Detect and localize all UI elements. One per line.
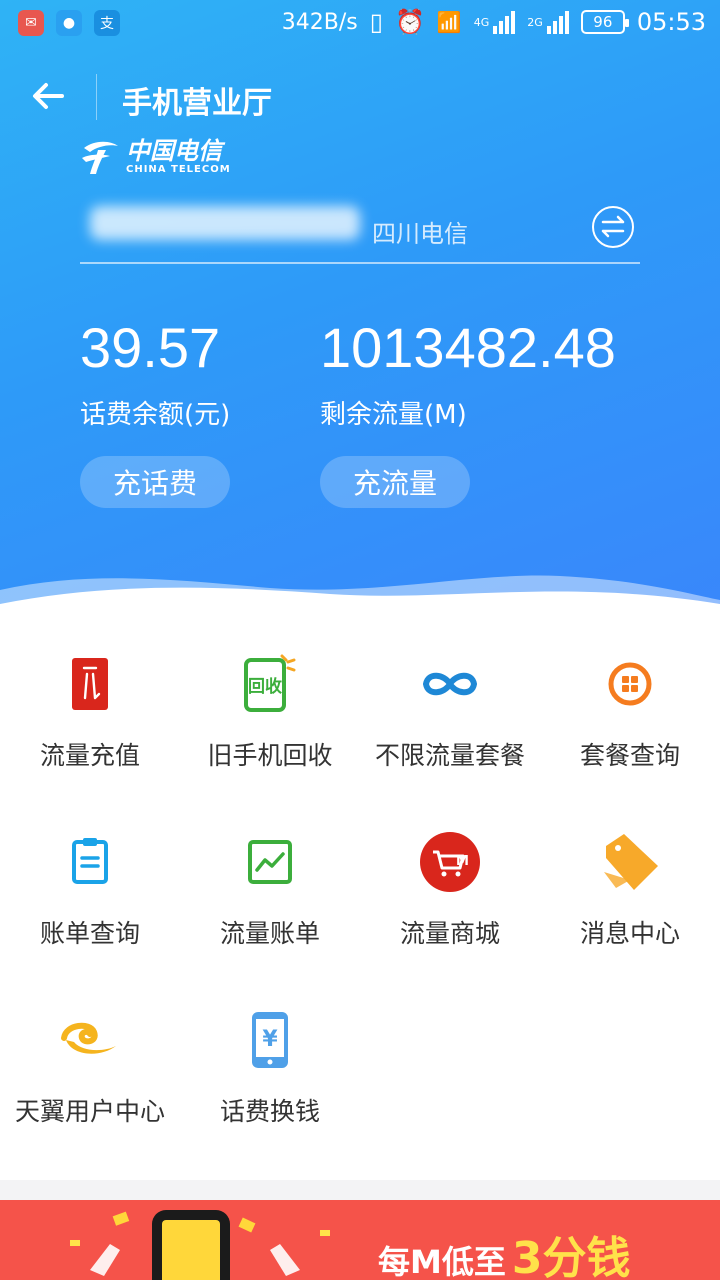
signal-2-icon: 2G <box>527 10 569 34</box>
battery-level: 96 <box>593 13 613 31</box>
vibrate-icon: ▯ <box>369 8 383 36</box>
package-query-icon <box>608 662 652 706</box>
tag-icon <box>604 834 658 890</box>
swap-arrows-icon <box>601 215 625 238</box>
phone-recycle-icon: 回收 <box>244 654 296 712</box>
phone-money-icon: ¥ <box>252 1012 288 1068</box>
infinity-icon <box>422 672 478 696</box>
recharge-fee-button[interactable]: 充话费 <box>80 456 230 508</box>
service-data-bill[interactable]: 流量账单 <box>180 786 360 964</box>
status-app-icons: ✉ ● 支 <box>18 10 120 36</box>
fee-balance: 39.57 话费余额(元) <box>80 318 230 431</box>
battery-icon: 96 <box>580 10 629 34</box>
service-label: 不限流量套餐 <box>374 741 525 770</box>
recycle-icon-text: 回收 <box>248 676 282 697</box>
service-unlimited-plan[interactable]: 不限流量套餐 <box>360 608 540 786</box>
service-label: 消息中心 <box>579 919 680 948</box>
service-label: 流量充值 <box>39 741 140 770</box>
banner-text-main: 每M低至 <box>378 1243 506 1280</box>
data-mall-icon: M <box>420 832 480 892</box>
alipay-app-icon: 支 <box>94 10 120 36</box>
brand-name-cn: 中国电信 <box>126 136 222 165</box>
back-arrow-icon <box>33 83 64 109</box>
service-grid: 流量充值 回收 旧手机回收 不限流量套餐 套餐查询 账单查询 流量账单 M 流量… <box>0 608 720 1180</box>
service-bill-query[interactable]: 账单查询 <box>0 786 180 964</box>
fee-balance-value: 39.57 <box>80 316 221 379</box>
service-label: 流量商城 <box>399 919 500 948</box>
service-phone-recycle[interactable]: 回收 旧手机回收 <box>180 608 360 786</box>
alarm-icon: ⏰ <box>394 8 425 36</box>
message-app-icon: ● <box>56 10 82 36</box>
account-row: 四川电信 <box>80 200 640 264</box>
banner-text-highlight: 3分钱 <box>511 1233 631 1280</box>
wifi-icon: 📶 <box>436 10 462 34</box>
service-label: 旧手机回收 <box>207 741 333 770</box>
back-button[interactable] <box>28 76 68 116</box>
money-icon-text: ¥ <box>262 1027 278 1052</box>
service-data-mall[interactable]: M 流量商城 <box>360 786 540 964</box>
china-telecom-logo: 中国电信 CHINA TELECOM <box>80 138 231 176</box>
data-chart-icon <box>248 840 292 884</box>
service-label: 流量账单 <box>219 919 320 948</box>
service-label: 话费换钱 <box>219 1097 320 1126</box>
status-indicators: 342B/s ▯ ⏰ 📶 4G 2G 96 05:53 <box>282 8 706 36</box>
net-speed: 342B/s <box>281 9 358 35</box>
data-balance-label: 剩余流量(M) <box>320 400 467 430</box>
telecom-swirl-icon <box>82 141 118 174</box>
service-data-recharge[interactable]: 流量充值 <box>0 608 180 786</box>
data-balance: 1013482.48 剩余流量(M) <box>320 318 616 431</box>
service-label: 套餐查询 <box>579 741 680 770</box>
service-label: 天翼用户中心 <box>14 1097 165 1126</box>
page-title: 手机营业厅 <box>122 86 272 121</box>
mail-app-icon: ✉ <box>18 10 44 36</box>
svg-text:M: M <box>456 854 469 869</box>
switch-account-button[interactable] <box>592 206 634 248</box>
banner-phone-image <box>152 1210 230 1280</box>
signal-1-tag: 4G <box>473 16 490 29</box>
brand-name-en: CHINA TELECOM <box>126 164 231 175</box>
service-package-query[interactable]: 套餐查询 <box>540 608 720 786</box>
service-fee-to-cash[interactable]: ¥ 话费换钱 <box>180 964 360 1142</box>
carrier-label: 四川电信 <box>372 220 468 248</box>
title-divider <box>96 74 97 120</box>
recharge-data-button[interactable]: 充流量 <box>320 456 470 508</box>
fee-balance-label: 话费余额(元) <box>80 400 231 430</box>
signal-2-tag: 2G <box>527 16 543 29</box>
tianyi-logo-icon <box>61 1022 116 1054</box>
data-recharge-icon <box>72 658 108 710</box>
service-label: 账单查询 <box>39 919 140 948</box>
promo-banner[interactable]: 每M低至 3分钱 <box>0 1200 720 1280</box>
status-bar: ✉ ● 支 342B/s ▯ ⏰ 📶 4G 2G 96 05:53 <box>0 0 720 48</box>
clock: 05:53 <box>636 8 706 36</box>
signal-1-icon: 4G <box>474 10 516 34</box>
phone-number-redacted <box>90 206 360 240</box>
bill-icon <box>72 838 108 884</box>
service-tianyi-user-center[interactable]: 天翼用户中心 <box>0 964 180 1142</box>
service-message-center[interactable]: 消息中心 <box>540 786 720 964</box>
data-balance-value: 1013482.48 <box>320 316 616 379</box>
banner-text: 每M低至 3分钱 <box>378 1222 630 1280</box>
